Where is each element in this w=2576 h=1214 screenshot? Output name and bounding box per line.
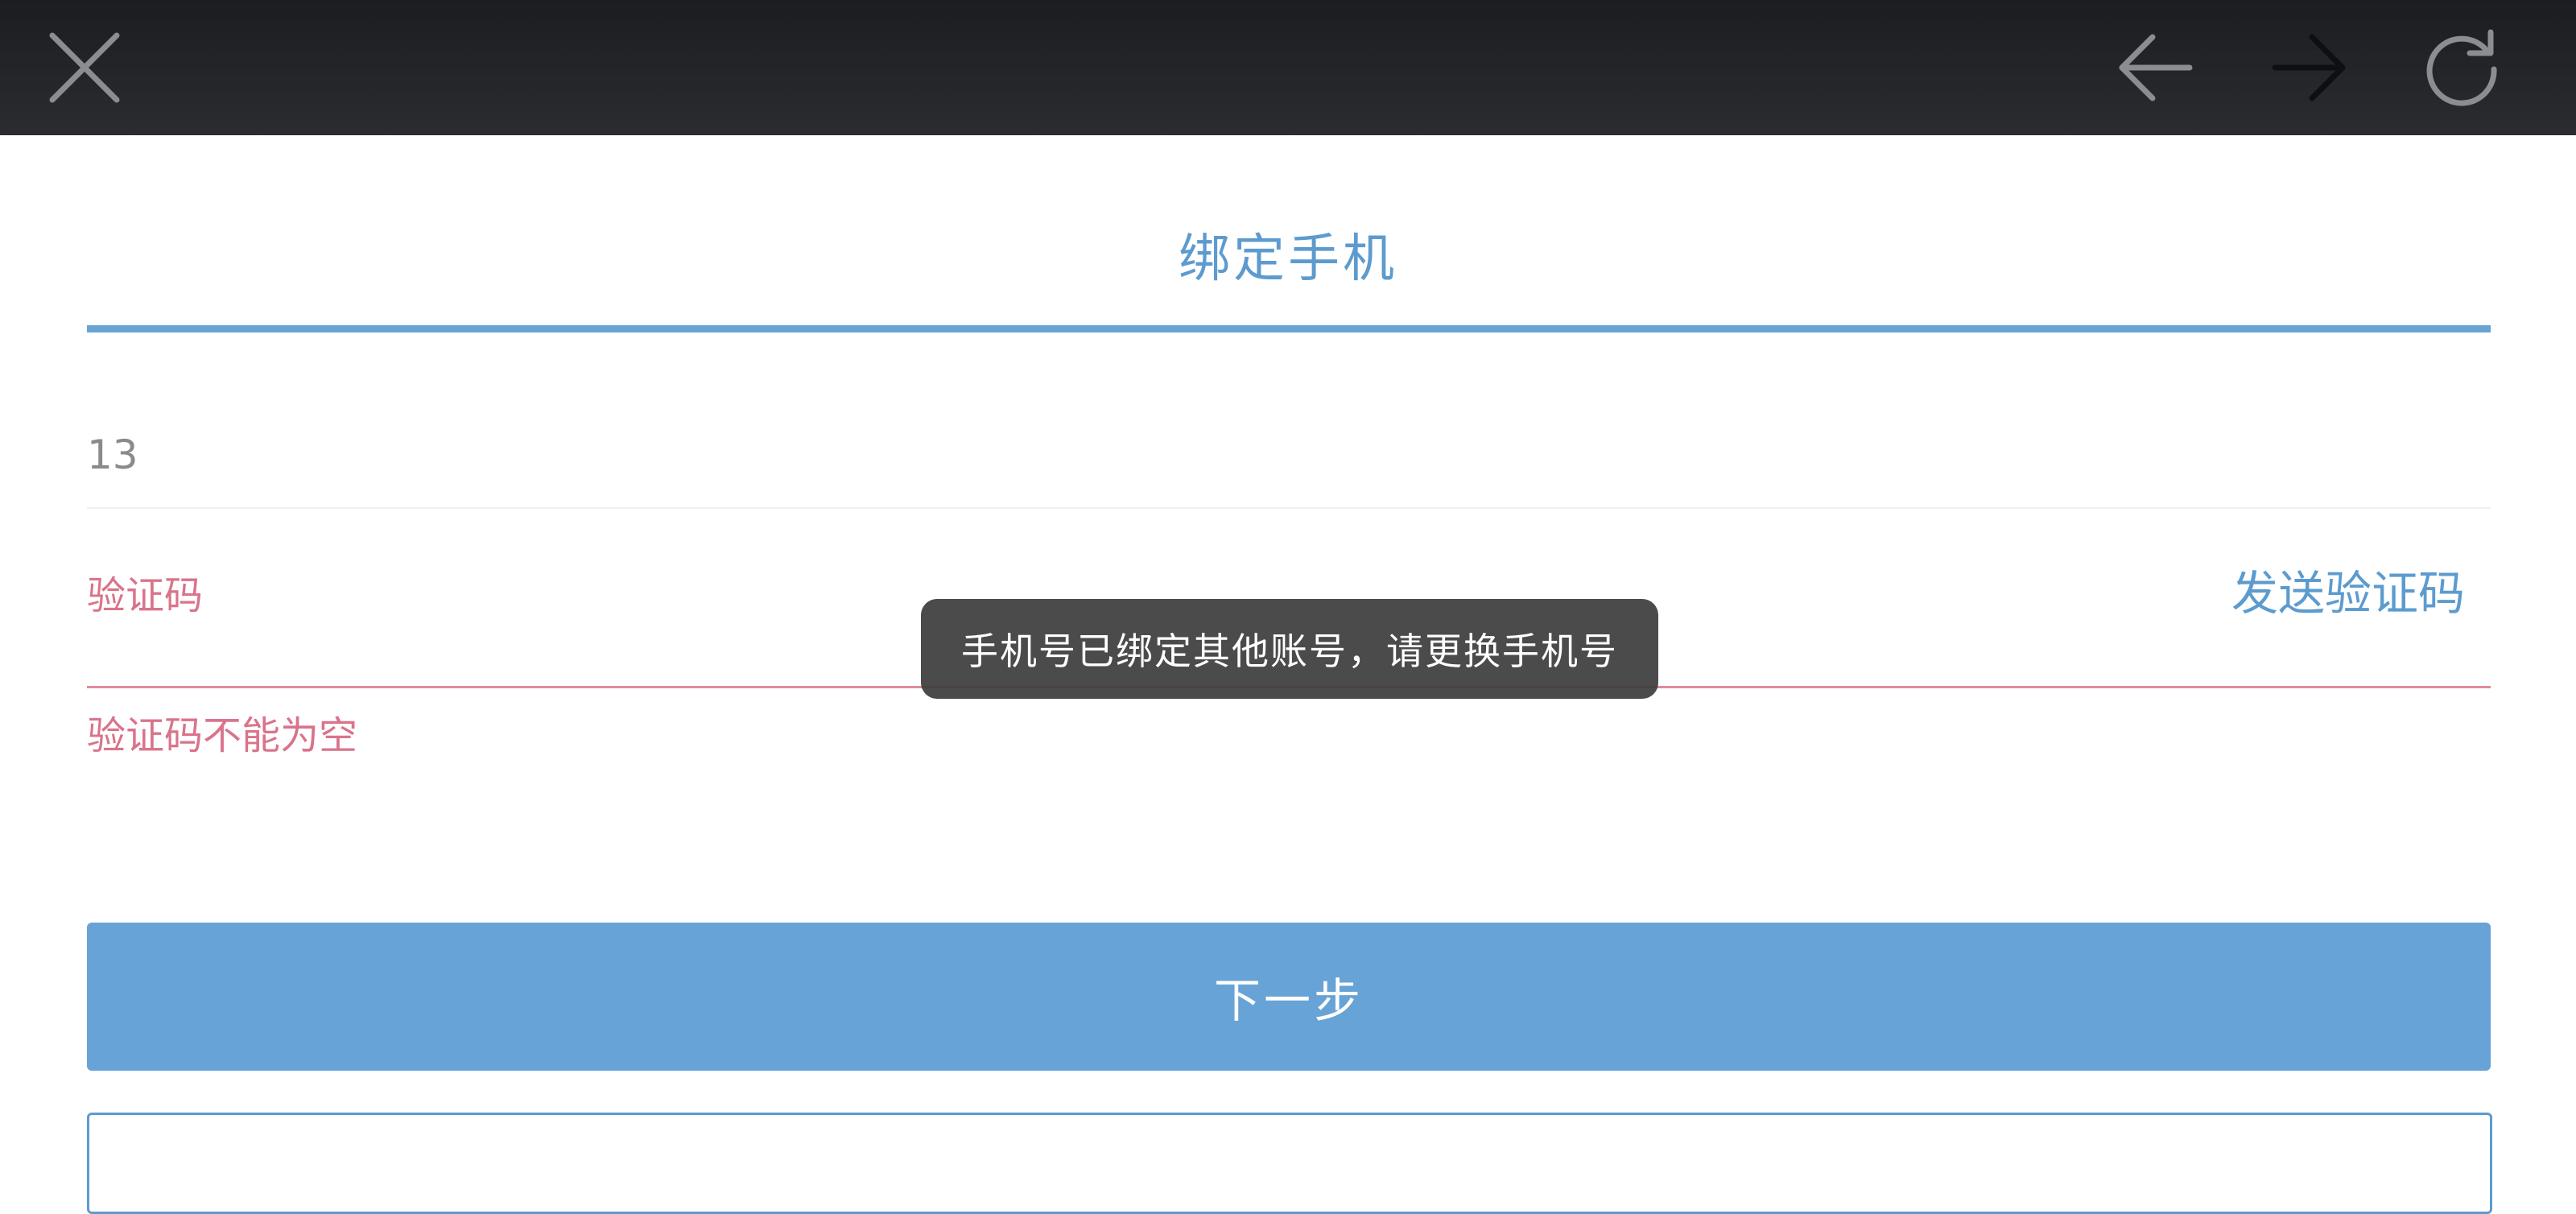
- browser-toolbar: [0, 0, 2576, 135]
- reload-icon: [2426, 29, 2497, 106]
- next-step-button[interactable]: 下一步: [87, 923, 2491, 1071]
- phone-field[interactable]: 13: [87, 419, 2491, 509]
- toast-message: 手机号已绑定其他账号，请更换手机号: [921, 599, 1658, 699]
- reload-button[interactable]: [2421, 27, 2502, 108]
- close-button[interactable]: [44, 27, 125, 108]
- send-code-button[interactable]: 发送验证码: [2231, 570, 2465, 617]
- forward-button[interactable]: [2268, 27, 2349, 108]
- code-error-message: 验证码不能为空: [87, 713, 358, 758]
- arrow-left-icon: [2119, 34, 2193, 101]
- secondary-button[interactable]: [87, 1113, 2492, 1214]
- page-title: 绑定手机: [1179, 229, 1397, 289]
- back-button[interactable]: [2116, 27, 2196, 108]
- close-icon: [49, 32, 120, 103]
- phone-value: 13: [87, 432, 138, 478]
- arrow-right-icon: [2272, 34, 2346, 101]
- title-divider: [87, 325, 2491, 332]
